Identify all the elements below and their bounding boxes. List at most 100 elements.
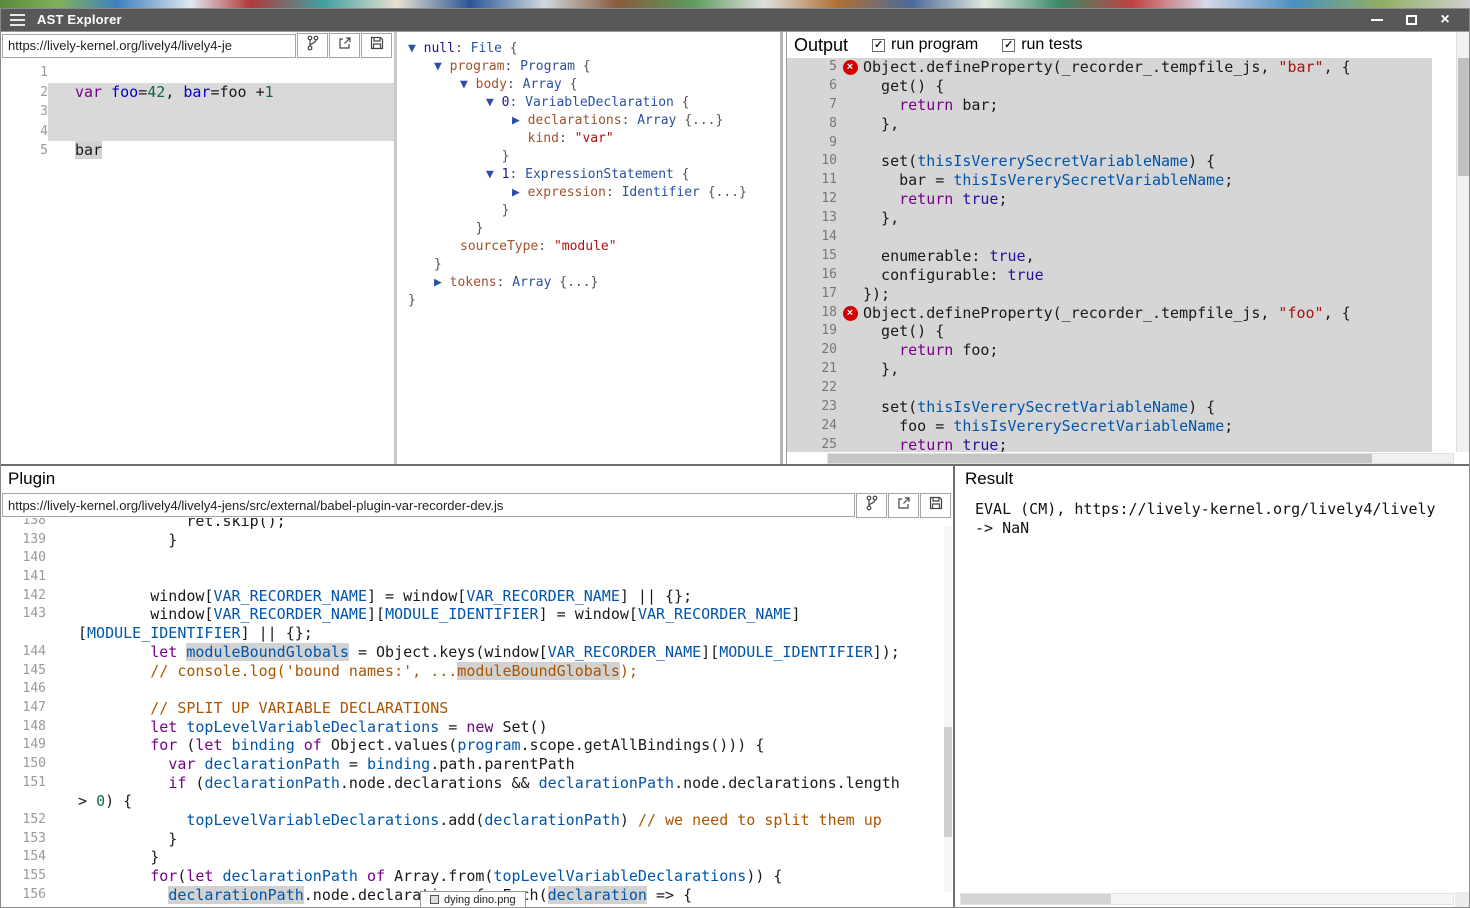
code-line[interactable]: 7 return bar; bbox=[787, 96, 1432, 115]
tree-toggle-icon[interactable]: ▶ bbox=[512, 185, 528, 200]
code-line[interactable]: 16 configurable: true bbox=[787, 266, 1432, 285]
code-line[interactable]: 20 return foo; bbox=[787, 341, 1432, 360]
ast-node-line[interactable]: ▶ tokens: Array {...} bbox=[400, 274, 780, 292]
code-line[interactable]: 4 bbox=[0, 122, 394, 142]
close-button[interactable]: × bbox=[1436, 11, 1454, 29]
code-line[interactable]: 154 } bbox=[0, 848, 953, 867]
ast-node-line[interactable]: } bbox=[400, 256, 780, 274]
ast-node-line[interactable]: ▼ 1: ExpressionStatement { bbox=[400, 166, 780, 184]
code-line[interactable]: 149 for (let binding of Object.values(pr… bbox=[0, 736, 953, 755]
ast-node-line[interactable]: } bbox=[400, 292, 780, 310]
code-line[interactable]: 21 }, bbox=[787, 360, 1432, 379]
save-button[interactable] bbox=[361, 33, 392, 58]
output-horizontal-scrollbar[interactable] bbox=[827, 453, 1454, 464]
ast-node-line[interactable]: ▶ declarations: Array {...} bbox=[400, 112, 780, 130]
code-line[interactable]: 5×Object.defineProperty(_recorder_.tempf… bbox=[787, 58, 1432, 77]
code-line[interactable]: 155 for(let declarationPath of Array.fro… bbox=[0, 867, 953, 886]
output-vertical-scrollbar[interactable] bbox=[1456, 32, 1470, 452]
scrollbar-thumb[interactable] bbox=[944, 727, 952, 837]
code-line[interactable]: [MODULE_IDENTIFIER] || {}; bbox=[0, 624, 953, 643]
ast-node-line[interactable]: ▶ expression: Identifier {...} bbox=[400, 184, 780, 202]
scrollbar-thumb[interactable] bbox=[828, 454, 1372, 463]
code-line[interactable]: 6 get() { bbox=[787, 77, 1432, 96]
source-url-input[interactable] bbox=[2, 34, 296, 58]
tree-toggle-icon[interactable]: ▼ bbox=[408, 41, 424, 56]
checkbox-run-program[interactable]: ✓ run program bbox=[872, 36, 978, 54]
code-line[interactable]: > 0) { bbox=[0, 792, 953, 811]
minimize-button[interactable] bbox=[1368, 11, 1386, 29]
code-line[interactable]: 23 set(thisIsVererySecretVariableName) { bbox=[787, 398, 1432, 417]
ast-tree-panel[interactable]: ▼ null: File {▼ program: Program {▼ body… bbox=[400, 32, 783, 464]
code-line[interactable]: 144 let moduleBoundGlobals = Object.keys… bbox=[0, 643, 953, 662]
ast-node-line[interactable]: } bbox=[400, 148, 780, 166]
code-line[interactable]: 148 let topLevelVariableDeclarations = n… bbox=[0, 718, 953, 737]
code-line[interactable]: 152 topLevelVariableDeclarations.add(dec… bbox=[0, 811, 953, 830]
ast-node-line[interactable]: sourceType: "module" bbox=[400, 238, 780, 256]
ast-node-line[interactable]: ▼ body: Array { bbox=[400, 76, 780, 94]
checkbox-run-tests[interactable]: ✓ run tests bbox=[1002, 36, 1082, 54]
code-line[interactable]: 25 return true; bbox=[787, 436, 1432, 452]
code-line[interactable]: 139 } bbox=[0, 531, 953, 550]
checkbox-icon[interactable]: ✓ bbox=[872, 39, 885, 52]
checkbox-icon[interactable]: ✓ bbox=[1002, 39, 1015, 52]
scrollbar-thumb[interactable] bbox=[1458, 58, 1469, 176]
branch-button[interactable] bbox=[297, 33, 328, 58]
code-line[interactable]: 140 bbox=[0, 549, 953, 568]
code-line[interactable]: 151 if (declarationPath.node.declaration… bbox=[0, 774, 953, 793]
ast-node-line[interactable]: } bbox=[400, 220, 780, 238]
code-line[interactable]: 141 bbox=[0, 568, 953, 587]
error-icon[interactable]: × bbox=[843, 306, 858, 321]
tree-toggle-icon[interactable]: ▼ bbox=[460, 77, 476, 92]
plugin-vertical-scrollbar[interactable] bbox=[944, 526, 952, 892]
code-line[interactable]: 3 bbox=[0, 102, 394, 122]
scrollbar-thumb[interactable] bbox=[961, 894, 1111, 904]
menu-icon[interactable] bbox=[10, 14, 25, 26]
ast-node-line[interactable]: } bbox=[400, 202, 780, 220]
plugin-url-input[interactable] bbox=[2, 493, 855, 517]
code-line[interactable]: 9 bbox=[787, 134, 1432, 153]
result-horizontal-scrollbar[interactable] bbox=[960, 893, 1454, 905]
code-line[interactable]: 147 // SPLIT UP VARIABLE DECLARATIONS bbox=[0, 699, 953, 718]
code-line[interactable]: 13 }, bbox=[787, 209, 1432, 228]
code-line[interactable]: 138 ret.skip(); bbox=[0, 518, 953, 531]
code-line[interactable]: 15 enumerable: true, bbox=[787, 247, 1432, 266]
ast-node-line[interactable]: kind: "var" bbox=[400, 130, 780, 148]
code-line[interactable]: 19 get() { bbox=[787, 322, 1432, 341]
code-line[interactable]: 150 var declarationPath = binding.path.p… bbox=[0, 755, 953, 774]
output-editor[interactable]: 5×Object.defineProperty(_recorder_.tempf… bbox=[787, 58, 1432, 452]
ast-node-line[interactable]: ▼ program: Program { bbox=[400, 58, 780, 76]
ast-node-line[interactable]: ▼ 0: VariableDeclaration { bbox=[400, 94, 780, 112]
code-line[interactable]: 153 } bbox=[0, 830, 953, 849]
maximize-button[interactable] bbox=[1402, 11, 1420, 29]
source-editor[interactable]: 12var foo=42, bar=foo +1345bar bbox=[0, 59, 394, 464]
code-line[interactable]: 11 bar = thisIsVererySecretVariableName; bbox=[787, 171, 1432, 190]
code-line[interactable]: 142 window[VAR_RECORDER_NAME] = window[V… bbox=[0, 587, 953, 606]
code-line[interactable]: 18×Object.defineProperty(_recorder_.temp… bbox=[787, 304, 1432, 323]
code-line[interactable]: 12 return true; bbox=[787, 190, 1432, 209]
code-line[interactable]: 17}); bbox=[787, 285, 1432, 304]
code-line[interactable]: 146 bbox=[0, 680, 953, 699]
plugin-editor[interactable]: 138 ret.skip();139 }140141142 window[VAR… bbox=[0, 518, 953, 908]
branch-button[interactable] bbox=[856, 493, 887, 518]
code-line[interactable]: 10 set(thisIsVererySecretVariableName) { bbox=[787, 152, 1432, 171]
tree-toggle-icon[interactable]: ▼ bbox=[486, 95, 502, 110]
tree-toggle-icon[interactable]: ▼ bbox=[434, 59, 450, 74]
code-line[interactable]: 8 }, bbox=[787, 115, 1432, 134]
tree-toggle-icon[interactable]: ▶ bbox=[434, 275, 450, 290]
tree-toggle-icon[interactable]: ▶ bbox=[512, 113, 528, 128]
code-line[interactable]: 22 bbox=[787, 379, 1432, 398]
open-external-button[interactable] bbox=[888, 493, 919, 518]
code-line[interactable]: 145 // console.log('bound names:', ...mo… bbox=[0, 662, 953, 681]
code-line[interactable]: 2var foo=42, bar=foo +1 bbox=[0, 83, 394, 103]
ast-node-line[interactable]: ▼ null: File { bbox=[400, 40, 780, 58]
code-line[interactable]: 24 foo = thisIsVererySecretVariableName; bbox=[787, 417, 1432, 436]
taskbar-item[interactable]: dying dino.png bbox=[420, 891, 526, 908]
code-line[interactable]: 5bar bbox=[0, 141, 394, 161]
code-line[interactable]: 143 window[VAR_RECORDER_NAME][MODULE_IDE… bbox=[0, 605, 953, 624]
code-line[interactable]: 14 bbox=[787, 228, 1432, 247]
error-icon[interactable]: × bbox=[843, 60, 858, 75]
tree-toggle-icon[interactable]: ▼ bbox=[486, 167, 502, 182]
save-button[interactable] bbox=[920, 493, 951, 518]
open-external-button[interactable] bbox=[329, 33, 360, 58]
code-line[interactable]: 1 bbox=[0, 63, 394, 83]
